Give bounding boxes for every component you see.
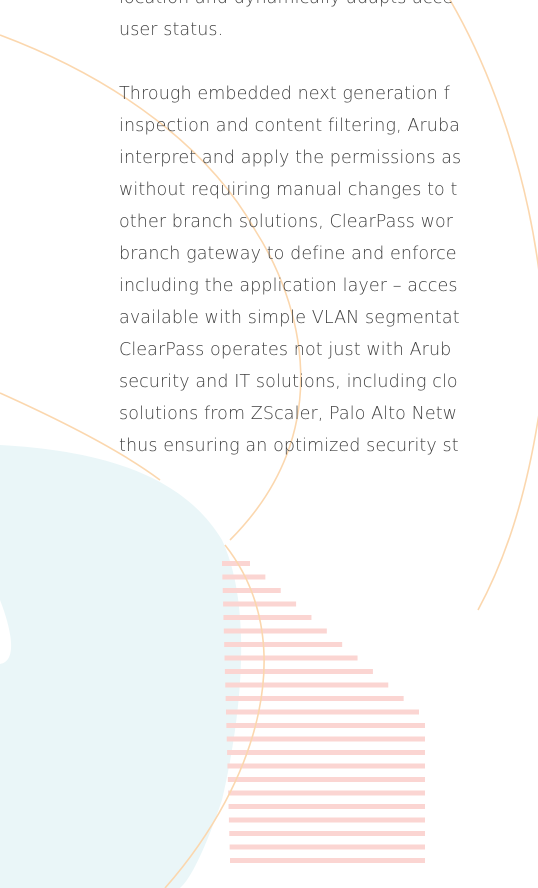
pink-stripe [225,696,404,701]
text-line: inspection and content filtering, Aruba [119,116,460,136]
pink-stripe [224,655,358,661]
pink-stripe [230,858,425,863]
text-line: without requiring manual changes to t [119,180,458,200]
pink-stripe [225,682,389,688]
text-line: available with simple VLAN segmentat [119,308,460,328]
light-blue-shape [0,445,242,888]
pink-stripe [229,844,425,850]
text-line: thus ensuring an optimized security st [119,436,459,456]
pink-stripe [228,817,425,823]
text-line: user status. [119,20,224,40]
pink-stripe [223,601,297,607]
pink-stripe [227,777,425,782]
text-line: ClearPass operates not just with Arub [119,340,452,360]
pink-stripe [228,790,425,796]
pink-stripe [224,669,373,674]
pink-stripe [224,642,343,647]
text-line: solutions from ZScaler, Palo Alto Netw [119,404,458,424]
pink-stripe [228,804,425,809]
text-line: interpret and apply the permissions as [119,148,462,168]
text-line: security and IT solutions, including clo [119,372,458,392]
pink-stripe [229,831,425,836]
pink-stripe [227,763,425,769]
pink-stripes [222,561,425,863]
pink-stripe [226,736,425,742]
text-line: Through embedded next generation f [119,84,450,104]
pink-stripe [223,628,327,634]
pink-stripe [227,750,425,755]
orange-arc-right [449,0,538,611]
pink-stripe [226,709,419,715]
text-line: location and dynamically adapts acce [119,0,453,8]
text-line: including the application layer – acces [119,276,458,296]
text-line: other branch solutions, ClearPass wor [119,212,454,232]
pink-stripe [223,615,312,620]
text-line: branch gateway to define and enforce [119,244,457,264]
